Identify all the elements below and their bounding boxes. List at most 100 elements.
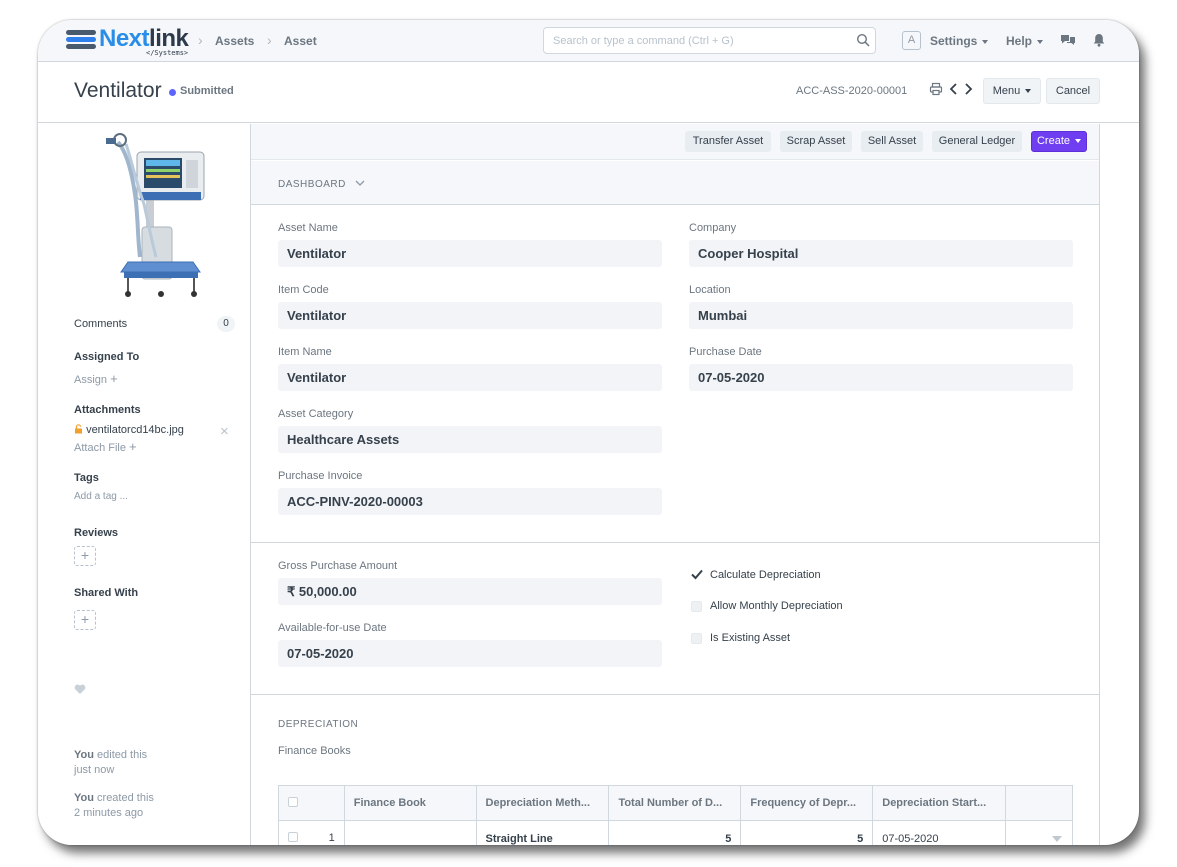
status-indicator <box>169 89 176 96</box>
row-index: 1 <box>328 832 335 844</box>
start-date-cell[interactable]: 07-05-2020 <box>872 820 1007 845</box>
method-cell[interactable]: Straight Line <box>475 820 610 845</box>
available-for-use-date-label: Available-for-use Date <box>278 622 387 634</box>
table-header-row: Finance Book Depreciation Meth... Total … <box>278 785 1073 821</box>
cancel-button[interactable]: Cancel <box>1046 78 1100 104</box>
transfer-asset-button[interactable]: Transfer Asset <box>685 131 771 152</box>
total-cell[interactable]: 5 <box>608 820 742 845</box>
location-label: Location <box>689 284 731 296</box>
dashboard-label: DASHBOARD <box>278 179 346 190</box>
shared-with-label: Shared With <box>74 587 139 599</box>
sell-asset-button[interactable]: Sell Asset <box>861 131 923 152</box>
menu-button-label: Menu <box>992 85 1021 97</box>
company-label: Company <box>689 222 737 234</box>
asset-name-label: Asset Name <box>278 222 338 234</box>
activity-action: edited this <box>97 749 148 761</box>
next-icon[interactable] <box>961 82 975 96</box>
asset-category-label: Asset Category <box>278 408 354 420</box>
col-frequency[interactable]: Frequency of Depr... <box>740 785 874 821</box>
activity-item: You created this 2 minutes ago <box>74 791 154 821</box>
remove-attachment-icon[interactable]: × <box>220 423 229 440</box>
logo-text-main: Next <box>99 25 150 52</box>
col-finance-book[interactable]: Finance Book <box>343 785 477 821</box>
asset-category-field[interactable]: Healthcare Assets <box>278 426 662 453</box>
previous-icon[interactable] <box>947 82 961 96</box>
activity-actor: You <box>74 749 94 761</box>
chat-icon[interactable] <box>1060 32 1076 48</box>
avatar[interactable]: A <box>902 31 921 50</box>
col-depreciation-method[interactable]: Depreciation Meth... <box>475 785 610 821</box>
gross-purchase-amount-field[interactable]: ₹ 50,000.00 <box>278 578 662 605</box>
table-row[interactable]: 1 Straight Line 5 5 07-05-2020 <box>278 820 1073 845</box>
section-divider <box>251 542 1099 543</box>
checkmark-icon <box>691 569 703 580</box>
available-for-use-date-field[interactable]: 07-05-2020 <box>278 640 662 667</box>
asset-name-field[interactable]: Ventilator <box>278 240 662 267</box>
logo[interactable]: Nextlink </Systems> <box>66 25 196 58</box>
item-name-field[interactable]: Ventilator <box>278 364 662 391</box>
attach-file-label: Attach File <box>74 442 126 454</box>
purchase-date-field[interactable]: 07-05-2020 <box>689 364 1073 391</box>
reviews-label: Reviews <box>74 527 119 539</box>
print-icon[interactable] <box>929 82 943 96</box>
location-field[interactable]: Mumbai <box>689 302 1073 329</box>
add-review-button[interactable]: + <box>74 546 96 566</box>
col-start-date[interactable]: Depreciation Start... <box>872 785 1007 821</box>
document-id: ACC-ASS-2020-00001 <box>796 85 908 97</box>
help-menu[interactable]: Help <box>1006 34 1044 48</box>
settings-menu[interactable]: Settings <box>930 34 989 48</box>
company-field[interactable]: Cooper Hospital <box>689 240 1073 267</box>
section-divider <box>251 694 1099 695</box>
attach-file-link[interactable]: Attach File + <box>74 439 137 454</box>
attachment-item[interactable]: ventilatorcd14bc.jpg <box>74 424 184 436</box>
item-code-field[interactable]: Ventilator <box>278 302 662 329</box>
search-input[interactable] <box>544 28 844 53</box>
depreciation-section-title: DEPRECIATION <box>278 719 359 730</box>
add-share-button[interactable]: + <box>74 610 96 630</box>
select-all-checkbox[interactable] <box>288 796 298 807</box>
activity-item: You edited this just now <box>74 748 147 778</box>
attachments-label: Attachments <box>74 404 141 416</box>
row-checkbox[interactable] <box>288 832 298 842</box>
col-total-depreciations[interactable]: Total Number of D... <box>608 785 742 821</box>
comments-label[interactable]: Comments <box>74 318 127 330</box>
purchase-invoice-field[interactable]: ACC-PINV-2020-00003 <box>278 488 662 515</box>
asset-image[interactable] <box>98 132 216 300</box>
menu-button[interactable]: Menu <box>983 78 1041 104</box>
logo-text-accent: link <box>149 25 189 52</box>
row-select-cell: 1 <box>278 820 345 845</box>
breadcrumb-assets[interactable]: Assets <box>215 34 254 48</box>
is-existing-asset-label: Is Existing Asset <box>710 632 791 644</box>
settings-label: Settings <box>930 34 978 48</box>
main-form: Transfer Asset Scrap Asset Sell Asset Ge… <box>250 124 1100 845</box>
search-icon[interactable] <box>856 33 870 47</box>
attachment-filename: ventilatorcd14bc.jpg <box>86 424 184 436</box>
col-actions <box>1005 785 1073 821</box>
gross-purchase-amount-label: Gross Purchase Amount <box>278 560 398 572</box>
tags-label: Tags <box>74 472 99 484</box>
assign-link-label: Assign <box>74 374 108 386</box>
general-ledger-button[interactable]: General Ledger <box>932 131 1022 152</box>
breadcrumb-chevron-icon: › <box>198 32 203 48</box>
scrap-asset-button[interactable]: Scrap Asset <box>780 131 852 152</box>
dashboard-section[interactable]: DASHBOARD <box>251 161 1099 205</box>
add-tag-link[interactable]: Add a tag ... <box>74 491 128 502</box>
purchase-invoice-label: Purchase Invoice <box>278 470 363 482</box>
breadcrumb-asset[interactable]: Asset <box>284 34 317 48</box>
frequency-cell[interactable]: 5 <box>740 820 874 845</box>
checkbox-box <box>691 601 702 612</box>
create-button[interactable]: Create <box>1031 131 1087 152</box>
bell-icon[interactable] <box>1091 32 1107 48</box>
create-button-label: Create <box>1036 135 1071 147</box>
heart-icon[interactable] <box>74 684 86 695</box>
caret-down-icon <box>1025 89 1032 94</box>
assign-link[interactable]: Assign + <box>74 371 118 386</box>
checkbox-box <box>691 633 702 644</box>
navbar: Nextlink </Systems> › Assets › Asset A S… <box>38 20 1139 62</box>
unlock-icon <box>75 424 82 434</box>
finance-book-cell[interactable] <box>343 820 477 845</box>
finance-books-label: Finance Books <box>278 745 351 757</box>
row-expand-cell[interactable] <box>1005 820 1073 845</box>
action-bar: Transfer Asset Scrap Asset Sell Asset Ge… <box>251 124 1099 160</box>
select-all-cell <box>278 785 345 821</box>
